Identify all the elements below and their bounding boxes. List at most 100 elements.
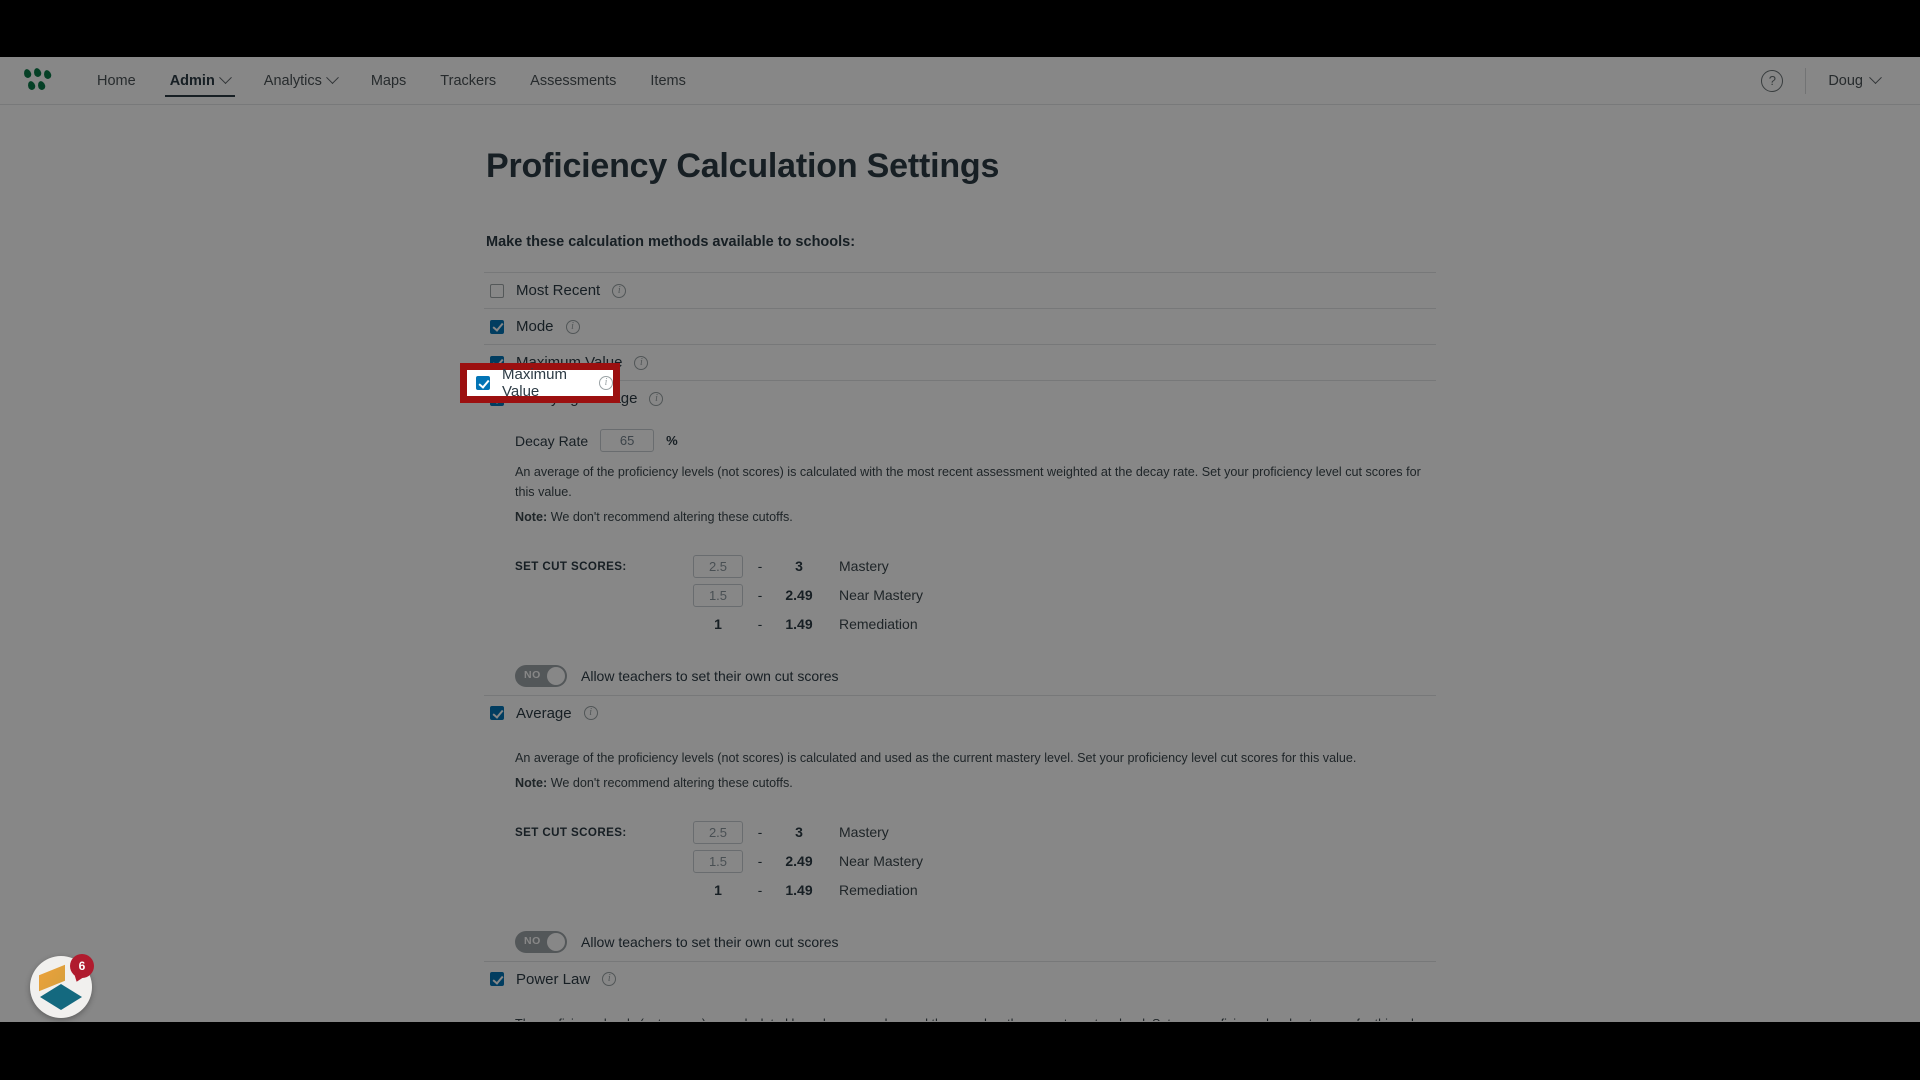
decaying-average-description: An average of the proficiency levels (no… xyxy=(515,465,1421,499)
range-dash: - xyxy=(757,616,763,632)
nav-item-maps[interactable]: Maps xyxy=(354,57,423,104)
cut-score-low-input[interactable] xyxy=(693,849,743,873)
nav-item-analytics[interactable]: Analytics xyxy=(247,57,354,104)
cut-score-high: 2.49 xyxy=(785,853,813,870)
nav-label: Assessments xyxy=(530,72,617,89)
checkbox-most-recent[interactable] xyxy=(490,283,504,298)
method-label: Most Recent xyxy=(516,282,601,299)
cut-score-row: - 2.49 Near Mastery xyxy=(693,583,923,608)
method-row-mode[interactable]: Mode i xyxy=(484,308,1436,344)
page-title: Proficiency Calculation Settings xyxy=(486,147,1000,185)
cut-scores-title: SET CUT SCORES: xyxy=(515,559,627,573)
cut-score-low-input[interactable] xyxy=(693,554,743,578)
average-details: An average of the proficiency levels (no… xyxy=(484,749,1436,961)
info-icon[interactable]: i xyxy=(634,355,649,370)
cut-score-high: 2.49 xyxy=(785,587,813,604)
average-teacher-toggle-row: NO Allow teachers to set their own cut s… xyxy=(504,930,1436,961)
info-icon[interactable]: i xyxy=(583,706,598,721)
info-icon[interactable]: i xyxy=(612,283,627,298)
allow-teachers-toggle[interactable]: NO xyxy=(515,664,567,687)
nav-label: Analytics xyxy=(263,72,322,89)
cut-score-level: Mastery xyxy=(839,558,889,575)
notification-badge: 6 xyxy=(70,954,94,978)
method-label: Mode xyxy=(516,318,554,335)
toggle-knob xyxy=(547,666,565,685)
nav-divider xyxy=(1805,67,1807,94)
note-text: We don't recommend altering these cutoff… xyxy=(550,776,793,791)
checkbox-power-law[interactable] xyxy=(490,972,504,987)
help-glyph: ? xyxy=(1768,73,1776,88)
cut-score-high: 1.49 xyxy=(785,616,813,633)
note-prefix: Note: xyxy=(515,776,548,791)
toggle-state-label: NO xyxy=(524,668,541,681)
top-navigation-bar: Home Admin Analytics Maps Trackers Asses… xyxy=(0,57,1920,105)
chevron-down-icon xyxy=(1869,71,1882,85)
decay-rate-input[interactable] xyxy=(600,429,655,452)
info-icon[interactable]: i xyxy=(565,319,580,334)
floating-help-widget[interactable]: 6 xyxy=(30,954,94,1018)
checkbox-maximum-value-highlighted[interactable] xyxy=(476,376,490,390)
nav-item-assessments[interactable]: Assessments xyxy=(513,57,633,104)
method-row-power-law[interactable]: Power Law i xyxy=(484,960,1436,997)
highlight-maximum-value[interactable]: Maximum Value i xyxy=(460,363,620,403)
user-menu[interactable]: Doug xyxy=(1828,71,1890,89)
cut-score-row: 1 - 1.49 Remediation xyxy=(693,612,923,637)
nav-right-group: ? Doug xyxy=(1761,67,1896,94)
nav-item-items[interactable]: Items xyxy=(633,57,702,104)
method-label: Maximum Value xyxy=(502,366,568,400)
method-row-decaying-average[interactable]: Decaying Average i xyxy=(484,380,1436,416)
average-description: An average of the proficiency levels (no… xyxy=(515,750,1357,765)
nav-label: Maps xyxy=(370,72,407,89)
average-note: Note: We don't recommend altering these … xyxy=(504,774,1436,794)
main-content: Proficiency Calculation Settings Make th… xyxy=(0,105,1920,1021)
cut-score-level: Near Mastery xyxy=(839,587,924,604)
cut-score-low-static: 1 xyxy=(714,616,722,633)
cut-score-high: 3 xyxy=(795,558,803,575)
checkbox-average[interactable] xyxy=(490,706,504,721)
cut-score-row: - 2.49 Near Mastery xyxy=(693,849,923,874)
screen: Home Admin Analytics Maps Trackers Asses… xyxy=(0,0,1920,1080)
decaying-average-teacher-toggle-row: NO Allow teachers to set their own cut s… xyxy=(504,664,1436,695)
decaying-average-note: Note: We don't recommend altering these … xyxy=(504,508,1436,528)
decay-rate-row: Decay Rate % xyxy=(504,416,1436,461)
nav-items: Home Admin Analytics Maps Trackers Asses… xyxy=(80,57,703,104)
cut-score-level: Mastery xyxy=(839,824,889,841)
method-label: Power Law xyxy=(516,970,591,988)
nav-item-trackers[interactable]: Trackers xyxy=(423,57,513,104)
nav-label: Trackers xyxy=(440,72,497,89)
info-icon[interactable]: i xyxy=(599,376,613,390)
user-name-label: Doug xyxy=(1828,72,1863,89)
range-dash: - xyxy=(757,882,763,898)
info-icon[interactable]: i xyxy=(649,391,664,406)
browser-page: Home Admin Analytics Maps Trackers Asses… xyxy=(0,57,1920,1022)
cut-score-high: 3 xyxy=(795,824,803,841)
cut-score-low-static: 1 xyxy=(714,882,722,899)
nav-item-admin[interactable]: Admin xyxy=(153,57,247,104)
note-text: We don't recommend altering these cutoff… xyxy=(550,510,793,525)
toggle-description: Allow teachers to set their own cut scor… xyxy=(581,933,839,950)
method-row-most-recent[interactable]: Most Recent i xyxy=(484,272,1436,308)
toggle-description: Allow teachers to set their own cut scor… xyxy=(581,667,839,684)
mastery-logo-icon[interactable] xyxy=(22,66,54,94)
average-cut-scores: SET CUT SCORES: - 3 Mastery - xyxy=(504,820,1436,903)
chevron-down-icon xyxy=(325,71,339,85)
info-icon[interactable]: i xyxy=(602,972,617,987)
checkbox-mode[interactable] xyxy=(490,319,504,334)
section-label: Make these calculation methods available… xyxy=(486,234,856,250)
range-dash: - xyxy=(757,587,763,603)
method-row-average[interactable]: Average i xyxy=(484,694,1436,731)
cut-score-row: - 3 Mastery xyxy=(693,820,923,845)
allow-teachers-toggle[interactable]: NO xyxy=(515,930,567,953)
cut-score-low-input[interactable] xyxy=(693,583,743,607)
chevron-down-icon xyxy=(218,71,232,85)
range-dash: - xyxy=(757,824,763,840)
help-icon[interactable]: ? xyxy=(1761,69,1784,92)
cut-score-high: 1.49 xyxy=(785,882,813,899)
nav-label: Home xyxy=(97,72,136,89)
cut-score-level: Remediation xyxy=(839,882,918,899)
cut-score-low-input[interactable] xyxy=(693,820,743,844)
decaying-average-details: Decay Rate % An average of the proficien… xyxy=(484,416,1436,695)
nav-item-home[interactable]: Home xyxy=(80,57,153,104)
range-dash: - xyxy=(757,853,763,869)
method-row-maximum-value[interactable]: Maximum Value i xyxy=(484,344,1436,380)
